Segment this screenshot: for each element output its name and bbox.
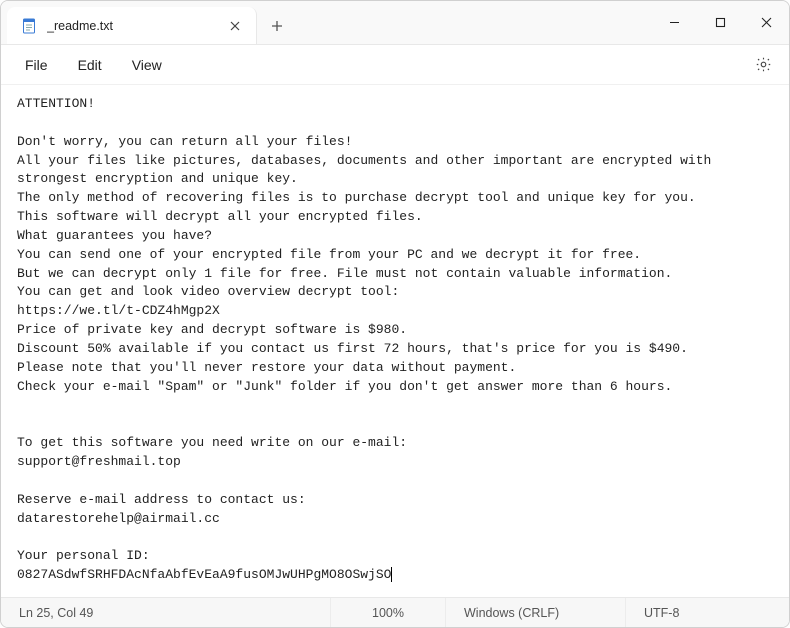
document-text: ATTENTION! Don't worry, you can return a… — [17, 96, 719, 582]
gear-icon — [755, 56, 772, 73]
text-editor-area[interactable]: ATTENTION! Don't worry, you can return a… — [1, 85, 789, 597]
status-line-ending[interactable]: Windows (CRLF) — [446, 598, 626, 627]
menu-view[interactable]: View — [118, 51, 176, 79]
plus-icon — [271, 20, 283, 32]
menubar: File Edit View — [1, 45, 789, 85]
tab-title: _readme.txt — [47, 19, 216, 33]
titlebar: _readme.txt — [1, 1, 789, 45]
settings-button[interactable] — [747, 49, 779, 81]
new-tab-button[interactable] — [257, 7, 297, 44]
minimize-button[interactable] — [651, 7, 697, 39]
maximize-button[interactable] — [697, 7, 743, 39]
maximize-icon — [715, 17, 726, 28]
titlebar-drag-region[interactable] — [297, 1, 651, 44]
notepad-file-icon — [21, 18, 37, 34]
notepad-window: _readme.txt — [0, 0, 790, 628]
close-tab-button[interactable] — [226, 17, 244, 35]
document-tab[interactable]: _readme.txt — [7, 7, 257, 44]
close-window-button[interactable] — [743, 7, 789, 39]
text-caret — [391, 567, 392, 582]
menu-edit[interactable]: Edit — [64, 51, 116, 79]
status-encoding[interactable]: UTF-8 — [626, 598, 789, 627]
menu-file[interactable]: File — [11, 51, 62, 79]
close-icon — [230, 21, 240, 31]
close-icon — [761, 17, 772, 28]
minimize-icon — [669, 17, 680, 28]
window-controls — [651, 1, 789, 44]
status-zoom[interactable]: 100% — [331, 598, 446, 627]
status-position: Ln 25, Col 49 — [1, 598, 331, 627]
statusbar: Ln 25, Col 49 100% Windows (CRLF) UTF-8 — [1, 597, 789, 627]
